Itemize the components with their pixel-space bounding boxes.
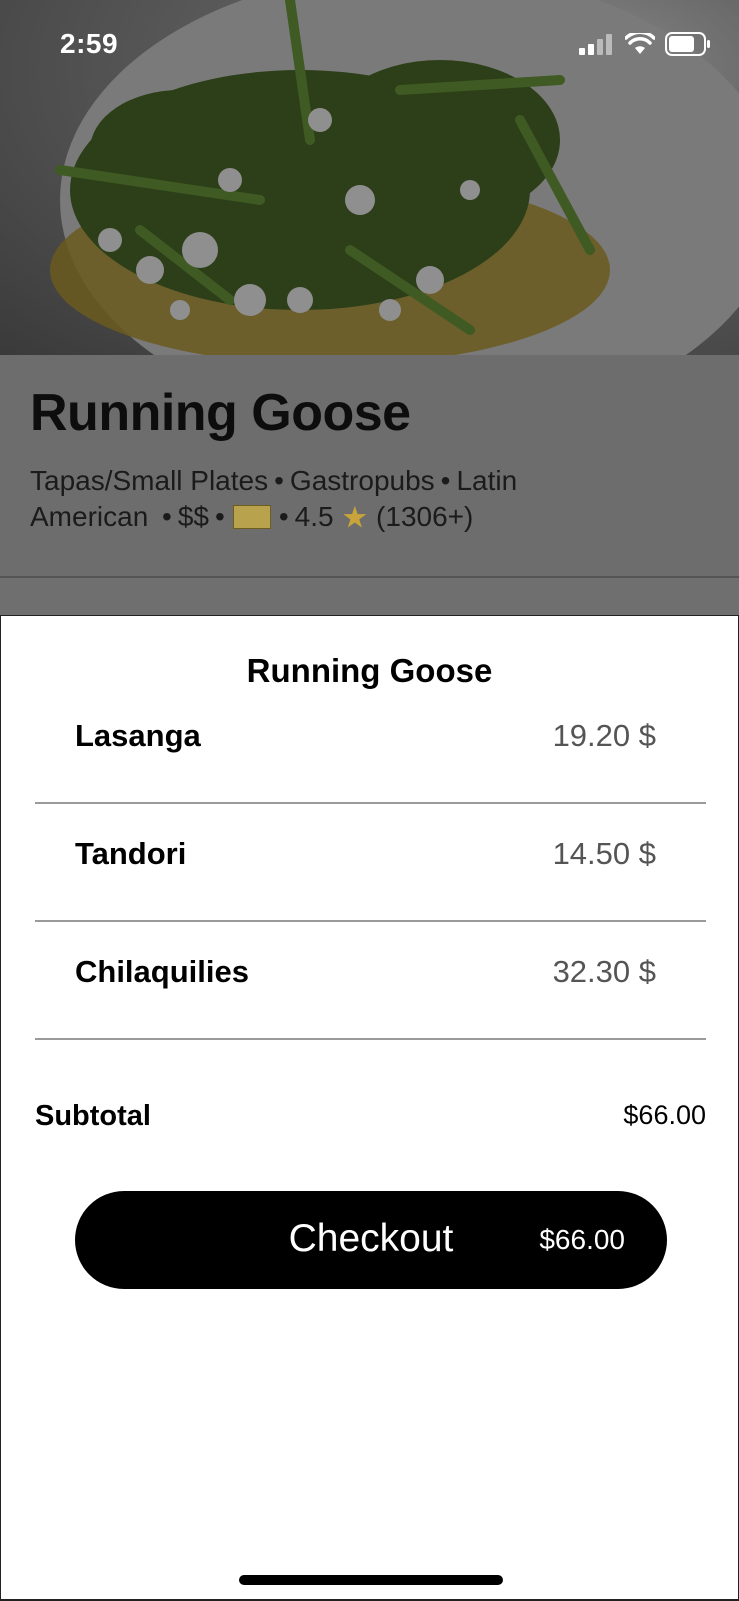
item-price: 14.50 $	[552, 836, 656, 871]
price-level: $$	[177, 501, 210, 532]
restaurant-name: Running Goose	[30, 384, 411, 442]
checkout-button[interactable]: Checkout $66.00	[75, 1191, 667, 1289]
restaurant-info: Running Goose Tapas/Small Plates • Gastrop…	[0, 355, 739, 578]
signal-icon	[579, 34, 612, 55]
restaurant-meta: Tapas/Small Plates • Gastropubs • Latin Amer…	[30, 465, 518, 535]
item-price: 32.30 $	[552, 954, 656, 989]
checkout-amount: $66.00	[539, 1224, 625, 1255]
battery-icon	[665, 32, 710, 56]
rating-value: 4.5	[294, 501, 334, 532]
status-bar: 2:59	[0, 0, 739, 92]
wifi-icon	[625, 33, 655, 54]
home-indicator[interactable]	[239, 1575, 503, 1585]
status-time: 2:59	[60, 28, 119, 59]
item-name: Lasanga	[75, 718, 201, 753]
category-label: Gastropubs	[289, 465, 435, 496]
item-name: Chilaquilies	[75, 954, 249, 989]
order-item-row[interactable]: Lasanga 19.20 $	[35, 686, 706, 804]
item-name: Tandori	[75, 836, 187, 871]
subtotal-label: Subtotal	[35, 1100, 151, 1132]
item-price: 19.20 $	[552, 718, 656, 753]
cart-sheet: Running Goose Lasanga 19.20 $ Tandori 14…	[0, 615, 739, 1601]
review-count: (1306+)	[376, 501, 474, 532]
certificate-badge-icon	[232, 504, 271, 529]
star-icon: ★	[341, 501, 369, 535]
divider	[0, 576, 739, 578]
order-item-row[interactable]: Tandori 14.50 $	[35, 804, 706, 922]
subtotal-value: $66.00	[623, 1100, 706, 1130]
sheet-title: Running Goose	[246, 652, 493, 689]
divider	[35, 1038, 706, 1040]
order-item-row[interactable]: Chilaquilies 32.30 $	[35, 922, 706, 1040]
category-label: Tapas/Small Plates	[30, 465, 269, 496]
